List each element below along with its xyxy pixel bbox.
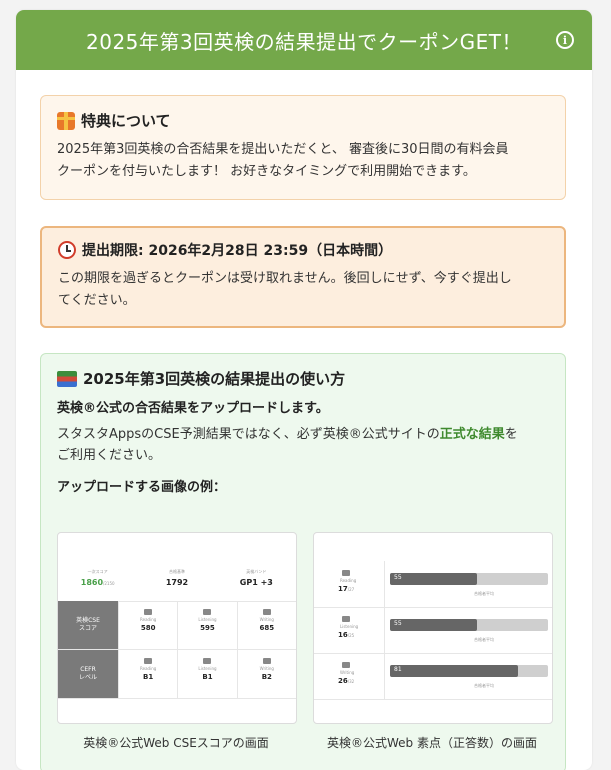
writing-icon [342, 662, 350, 668]
example-caption: 英検®公式Web CSEスコアの画面 [83, 736, 269, 750]
books-icon [57, 370, 77, 387]
listening-icon [342, 616, 350, 622]
benefit-section: 特典について 2025年第3回英検の合否結果を提出いただくと、 審査後に30日間… [40, 95, 566, 200]
desc-text: を [504, 427, 518, 442]
raw-row: Writing 26/32 81 合格者平均 [314, 653, 552, 700]
desc-highlight: 正式な結果 [439, 427, 505, 442]
header-bar: 2025年第3回英検の結果提出でクーポンGET！ i [16, 10, 592, 70]
score-grid-cell: Writing 685 [236, 601, 296, 649]
deadline-line: この期限を過ぎるとクーポンは受け取れません。後回しにせず、今すぐ提出し [58, 271, 512, 286]
example-label: アップロードする画像の例： [57, 480, 227, 495]
score-bar: 55 [390, 573, 548, 585]
writing-icon [262, 658, 271, 664]
desc-text: ご利用ください。 [57, 448, 162, 463]
score-grid-cell: Listening 595 [177, 601, 236, 649]
score-label: 一次スコア [87, 569, 108, 574]
score-row-header: 英検CSE スコア [58, 601, 118, 649]
deadline-heading: 提出期限: 2026年2月28日 23:59（日本時間） [58, 240, 548, 260]
page-title: 2025年第3回英検の結果提出でクーポンGET！ [86, 29, 522, 54]
score-row: 英検CSE スコア Reading 580 Listening 595 Writing… [58, 601, 296, 650]
howto-subhead: 英検®公式の合否結果をアップロードします。 [57, 401, 329, 416]
desc-text: スタスタAppsのCSE予測結果ではなく、必ず英検®公式サイトの [57, 427, 440, 442]
benefit-text: 2025年第3回英検の合否結果を提出いただくと、 審査後に30日間の有料会員 ク… [57, 139, 549, 183]
example-raw-score: Reading 17/27 55 合格者平均 Listening 16/25 5… [313, 532, 553, 751]
score-value: 1860/2150 [80, 578, 115, 587]
score-value: 1792 [165, 578, 189, 587]
score-value: GP1 +3 [239, 578, 273, 587]
score-cell: 一次スコア 1860/2150 [58, 563, 137, 601]
coupon-card: 2025年第3回英検の結果提出でクーポンGET！ i 特典について 2025年第… [16, 10, 592, 770]
alarm-clock-icon [58, 241, 76, 259]
deadline-title: 提出期限: 2026年2月28日 23:59（日本時間） [82, 243, 393, 259]
score-bar: 55 [390, 619, 548, 631]
score-grid-cell: Listening B1 [177, 650, 236, 698]
example-cse-score: 一次スコア 1860/2150 合格基準 1792 英検バンド GP1 +3 英… [57, 532, 297, 751]
score-cell: 英検バンド GP1 +3 [217, 563, 296, 601]
score-row: CEFR レベル Reading B1 Listening B1 Writing B2 [58, 650, 296, 699]
score-summary: 一次スコア 1860/2150 合格基準 1792 英検バンド GP1 +3 [58, 563, 296, 602]
listening-icon [203, 609, 212, 615]
writing-icon [262, 609, 271, 615]
score-grid: 英検CSE スコア Reading 580 Listening 595 Writing… [58, 601, 296, 699]
benefit-heading: 特典について [57, 110, 549, 131]
howto-description: スタスタAppsのCSE予測結果ではなく、必ず英検®公式サイトの正式な結果を ご… [57, 424, 549, 466]
gift-icon [57, 111, 75, 130]
score-label: 英検バンド [246, 569, 267, 574]
score-label: 合格基準 [168, 569, 185, 574]
raw-row: Reading 17/27 55 合格者平均 [314, 561, 552, 608]
score-cell: 合格基準 1792 [137, 563, 216, 601]
cse-score-image[interactable]: 一次スコア 1860/2150 合格基準 1792 英検バンド GP1 +3 英… [57, 532, 297, 724]
info-icon[interactable]: i [556, 31, 574, 49]
howto-title: 2025年第3回英検の結果提出の使い方 [83, 370, 346, 388]
reading-icon [144, 658, 153, 664]
score-grid-cell: Reading B1 [118, 650, 177, 698]
score-grid-cell: Reading 580 [118, 601, 177, 649]
raw-score-image[interactable]: Reading 17/27 55 合格者平均 Listening 16/25 5… [313, 532, 553, 724]
benefit-line: 2025年第3回英検の合否結果を提出いただくと、 審査後に30日間の有料会員 [57, 142, 509, 157]
deadline-text: この期限を過ぎるとクーポンは受け取れません。後回しにせず、今すぐ提出し てくださ… [58, 268, 548, 312]
listening-icon [203, 658, 212, 664]
score-grid-cell: Writing B2 [236, 650, 296, 698]
raw-row: Listening 16/25 55 合格者平均 [314, 607, 552, 654]
example-images: 一次スコア 1860/2150 合格基準 1792 英検バンド GP1 +3 英… [57, 532, 553, 751]
benefit-line: クーポンを付与いたします！ お好きなタイミングで利用開始できます。 [57, 164, 476, 179]
deadline-section: 提出期限: 2026年2月28日 23:59（日本時間） この期限を過ぎるとクー… [40, 226, 566, 328]
score-bar: 81 [390, 665, 548, 677]
reading-icon [144, 609, 153, 615]
benefit-title: 特典について [81, 112, 171, 130]
example-caption: 英検®公式Web 素点（正答数）の画面 [327, 736, 537, 750]
howto-section: 2025年第3回英検の結果提出の使い方 英検®公式の合否結果をアップロードします… [40, 353, 566, 770]
reading-icon [342, 570, 350, 576]
score-row-header: CEFR レベル [58, 650, 118, 698]
deadline-line: てください。 [58, 293, 136, 308]
howto-heading: 2025年第3回英検の結果提出の使い方 [57, 368, 549, 389]
